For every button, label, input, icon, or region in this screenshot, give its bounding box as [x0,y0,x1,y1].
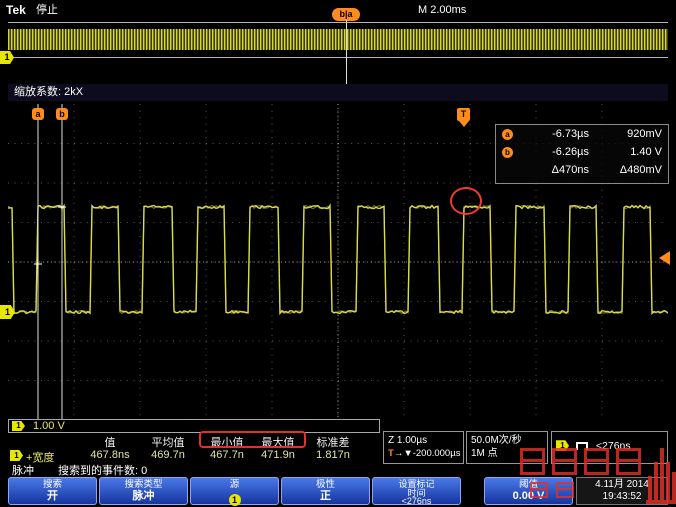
menu-button-search-type-title: 搜索类型 [124,479,163,490]
menu-button-polarity-title: 极性 [315,479,335,490]
trigger-condition: <276ns [595,439,631,452]
cursor-b-icon: b [502,146,513,158]
zoom-factor-label: 缩放系数: 2kX [14,86,84,98]
overview-channel1-badge: 1 [0,51,14,64]
cursor-a-label[interactable]: a [32,108,44,120]
meas-value: 467.8ns [90,449,130,461]
overview-bottom-line [8,57,668,58]
acquisition-readout-box: 50.0M次/秒 1M 点 [466,431,548,464]
menu-button-source-channel-badge: 1 [228,494,241,506]
menu-button-threshold-value: 0.00 V [512,490,545,502]
cursor-a-volt: 920mV [627,128,662,140]
time-text: 19:43:52 [602,491,642,502]
cursor-readout-panel: a -6.73µs 920mV b -6.26µs 1.40 V Δ470ns … [495,124,669,184]
sample-rate: 50.0M次/秒 [471,435,522,446]
cursor-b-volt: 1.40 V [630,146,662,158]
meas-row-name: +宽度 [26,452,55,464]
overview-waveform-band [8,29,668,50]
meas-min: 467.7n [210,449,244,461]
annotation-circle [450,187,482,215]
cursor-b-time: -6.26µs [552,146,589,158]
trigger-readout-box: 1 <276ns [551,431,668,464]
cursor-a-time: -6.73µs [552,128,589,140]
date-text: 4.11月 2014 [595,479,649,490]
meas-mean: 469.7n [151,449,185,461]
meas-header-mean: 平均值 [151,437,185,449]
trigger-position-marker[interactable]: T [457,108,470,121]
trigger-position-value: →▼-200.000µs [393,448,461,459]
cursor-readout-row-delta: Δ470ns Δ480mV [496,161,668,179]
zoom-factor-bar [8,84,668,101]
horizontal-readout-box: Z 1.00µs T→▼-200.000µs [383,431,464,464]
zoom-position-line[interactable] [346,20,347,86]
menu-button-threshold[interactable]: 阈值 0.00 V [484,477,573,505]
cursor-a-icon: a [502,128,513,140]
pulse-width-icon [576,441,589,450]
menu-button-search-title: 搜索 [42,479,62,490]
minmax-highlight-box [199,431,306,448]
menu-button-search[interactable]: 搜索 开 [8,477,97,505]
brand-logo: Tek [6,3,26,17]
trigger-readout-line: 1 <276ns [556,437,663,455]
meas-max: 471.9n [261,449,295,461]
channel1-scale-value: 1.00 V [33,420,65,432]
trigger-level-arrow-icon[interactable] [659,251,670,265]
cursor-readout-row-b: b -6.26µs 1.40 V [496,143,668,161]
cursor-b-label[interactable]: b [56,108,68,120]
menu-button-search-type-value: 脉冲 [132,490,155,502]
zoom-timebase: Z 1.00µs [388,435,428,446]
menu-button-search-type[interactable]: 搜索类型 脉冲 [99,477,188,505]
oscilloscope-screen: Tek 停止 M 2.00ms b|a 1 缩放系数: 2kX a b T a … [0,0,676,507]
meas-header-value: 值 [104,437,116,449]
trigger-source-badge: 1 [556,440,569,452]
acquisition-status: 停止 [36,4,58,16]
menu-button-polarity[interactable]: 极性 正 [281,477,370,505]
meas-stddev: 1.817n [316,449,350,461]
menu-button-source-title: 源 [229,479,240,490]
menu-button-threshold-title: 阈值 [518,479,538,490]
channel1-scale-badge: 1 [12,421,25,431]
cursor-delta-volt: Δ480mV [619,164,662,176]
menu-button-set-marks-value2: <276ns [401,496,432,506]
channel-scale-strip: 1 1.00 V [8,419,380,433]
trigger-position-readout: T→▼-200.000µs [388,447,461,460]
cursor-delta-time: Δ470ns [551,164,589,176]
cursor-readout-row-a: a -6.73µs 920mV [496,125,668,143]
record-length: 1M 点 [471,448,498,459]
overview-top-line [8,22,668,23]
meas-row-channel-badge: 1 [10,450,23,461]
main-timebase-readout: M 2.00ms [418,4,467,16]
datetime-box: 4.11月 2014 19:43:52 [576,477,668,505]
menu-button-polarity-value: 正 [320,490,331,502]
menu-button-search-value: 开 [47,490,58,502]
meas-header-stddev: 标准差 [316,437,350,449]
trigger-position-arrow-icon [458,121,469,127]
menu-button-set-marks[interactable]: 设置标记 时间 <276ns [372,477,461,505]
menu-button-source[interactable]: 源 1 [190,477,279,506]
